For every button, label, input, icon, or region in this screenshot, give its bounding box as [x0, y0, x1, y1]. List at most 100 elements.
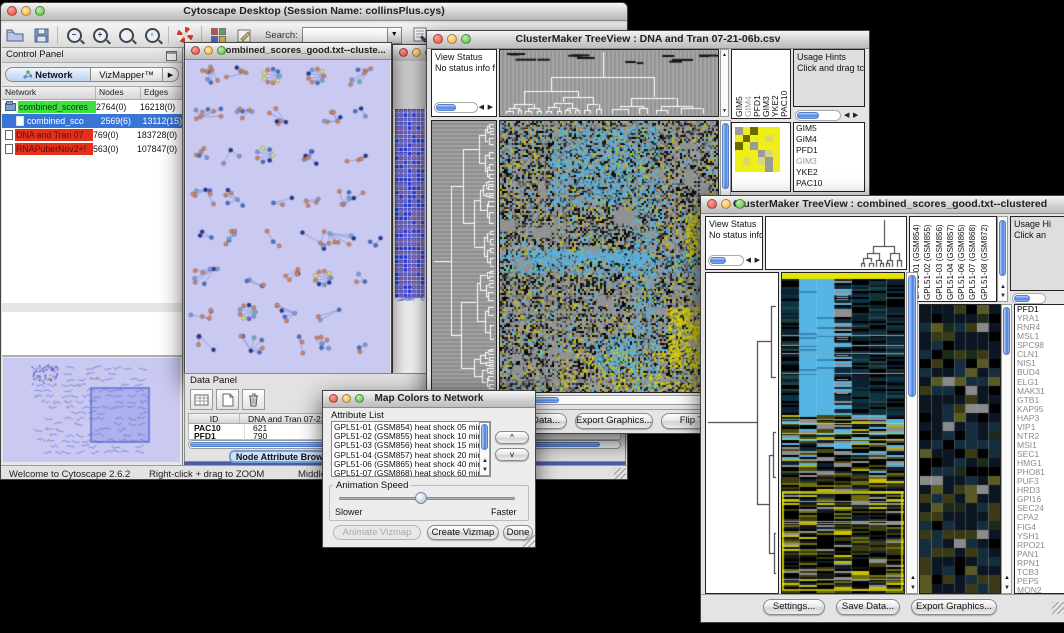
scroll-left-icon[interactable]: ◀: [844, 111, 849, 121]
tv1-column-label[interactable]: GIM3: [761, 52, 770, 117]
tv1-thin-scrollbar[interactable]: ▲ ▼: [720, 49, 729, 117]
tv1-row-label[interactable]: GIM5: [794, 123, 864, 134]
tv1-column-label[interactable]: PAC10: [779, 52, 788, 117]
tv1-row-label[interactable]: GIM3: [794, 156, 864, 167]
animate-vizmap-button[interactable]: Animate Vizmap: [333, 525, 421, 540]
network-list-row[interactable]: DNA and Tran 07769(0)183728(0): [2, 128, 182, 142]
tv1-global-heatmap[interactable]: [735, 127, 780, 172]
tv2-zoom-scroll-thumb[interactable]: [1003, 307, 1010, 355]
tv1-row-label[interactable]: PAC10: [794, 178, 864, 189]
attribute-list-item[interactable]: GPL51-03 (GSM856) heat shock 15 min: [334, 441, 488, 450]
animation-slider-track[interactable]: [339, 497, 515, 500]
col-edges[interactable]: Edges: [141, 87, 182, 99]
search-dropdown-button[interactable]: ▼: [388, 27, 402, 44]
minimize-icon[interactable]: [21, 6, 31, 16]
tv2-column-label[interactable]: GPL51-06 (GSM865): [957, 219, 968, 300]
resize-grip[interactable]: [1052, 602, 1064, 614]
attribute-scroll-thumb[interactable]: [481, 424, 488, 450]
tv2-settings-button[interactable]: Settings...: [763, 599, 825, 615]
tv1-export-graphics-button[interactable]: Export Graphics...: [575, 413, 653, 429]
animation-slider-thumb[interactable]: [415, 492, 427, 504]
tv2-heatmap[interactable]: [782, 273, 904, 593]
treeview2-titlebar[interactable]: ClusterMaker TreeView : combined_scores_…: [701, 196, 1064, 214]
zoom-icon[interactable]: [461, 34, 471, 44]
tv1-vscroll-thumb[interactable]: [722, 123, 729, 189]
zoom-fit-button[interactable]: [113, 25, 139, 46]
scroll-left-icon[interactable]: ◀: [746, 256, 751, 266]
minimize-icon[interactable]: [447, 34, 457, 44]
scroll-down-icon[interactable]: ▼: [1002, 583, 1012, 593]
minimize-icon[interactable]: [204, 46, 213, 55]
tv1-column-label[interactable]: GIM4: [743, 52, 752, 117]
network-canvas[interactable]: [186, 60, 390, 375]
save-session-button[interactable]: [28, 25, 54, 46]
tv2-vscroll-thumb[interactable]: [908, 275, 916, 397]
zoom-icon[interactable]: [35, 6, 45, 16]
scroll-down-icon[interactable]: ▼: [908, 583, 918, 593]
birds-eye-view[interactable]: [3, 358, 180, 462]
attribute-list[interactable]: GPL51-01 (GSM854) heat shock 05 minGPL51…: [331, 421, 491, 477]
zoom-in-button[interactable]: +: [87, 25, 113, 46]
close-icon[interactable]: [329, 394, 338, 403]
tv1-status-scrollbar[interactable]: [434, 102, 478, 113]
attribute-list-item[interactable]: GPL51-02 (GSM855) heat shock 10 min: [334, 432, 488, 441]
network-list-row[interactable]: RNAPuberNov2+!563(0)107847(0): [2, 142, 182, 156]
attribute-list-item[interactable]: GPL51-06 (GSM865) heat shock 40 min: [334, 460, 488, 469]
tv2-column-dendrogram[interactable]: [766, 217, 906, 269]
main-titlebar[interactable]: Cytoscape Desktop (Session Name: collins…: [1, 3, 627, 21]
data-col-id[interactable]: ID: [189, 414, 240, 423]
attribute-list-item[interactable]: GPL51-01 (GSM854) heat shock 05 min: [334, 423, 488, 432]
tv2-hints-scrollbar[interactable]: [1012, 293, 1046, 304]
scroll-up-icon[interactable]: ▲: [1002, 573, 1012, 583]
scroll-up-icon[interactable]: ▲: [722, 50, 727, 60]
tv2-gene-item[interactable]: MON2: [1017, 586, 1064, 594]
move-down-button[interactable]: v: [495, 448, 529, 461]
minimize-icon[interactable]: [342, 394, 351, 403]
tv1-row-dendrogram[interactable]: [432, 121, 496, 392]
network-list-row[interactable]: combined_sco2569(6)13112(15): [2, 114, 182, 128]
tv2-row-dendrogram[interactable]: [706, 273, 778, 593]
col-nodes[interactable]: Nodes: [96, 87, 141, 99]
tv2-export-graphics-button[interactable]: Export Graphics...: [911, 599, 997, 615]
tv2-column-label[interactable]: GPL51-07 (GSM868): [968, 219, 979, 300]
tv1-column-label[interactable]: GIM5: [734, 52, 743, 117]
tv1-column-label[interactable]: YKE2: [770, 52, 779, 117]
dialog-titlebar[interactable]: Map Colors to Network: [323, 391, 535, 408]
close-icon[interactable]: [433, 34, 443, 44]
new-attribute-button[interactable]: [216, 389, 239, 410]
col-network[interactable]: Network: [2, 87, 96, 99]
network2-titlebar[interactable]: [393, 45, 427, 62]
tv2-column-label[interactable]: GPL51-03 (GSM856): [935, 219, 946, 300]
zoom-icon[interactable]: [735, 199, 745, 209]
create-vizmap-button[interactable]: Create Vizmap: [427, 525, 499, 540]
close-icon[interactable]: [7, 6, 17, 16]
tv2-save-data-button[interactable]: Save Data...: [836, 599, 900, 615]
attribute-list-scrollbar[interactable]: ▲ ▼: [479, 422, 490, 476]
tv1-hints-scroll-thumb[interactable]: [797, 112, 819, 119]
tv1-row-label[interactable]: GIM4: [794, 134, 864, 145]
treeview1-titlebar[interactable]: ClusterMaker TreeView : DNA and Tran 07-…: [427, 31, 869, 49]
tab-overflow-button[interactable]: ▶: [163, 67, 179, 82]
tv2-column-label[interactable]: GPL51-04 (GSM857): [946, 219, 957, 300]
scroll-right-icon[interactable]: ▶: [488, 103, 493, 113]
zoom-selected-button[interactable]: ▫: [139, 25, 165, 46]
attribute-list-item[interactable]: GPL51-04 (GSM857) heat shock 20 min: [334, 451, 488, 460]
attribute-list-item[interactable]: GPL51-07 (GSM868) heat shock 60 min: [334, 469, 488, 477]
zoom-icon[interactable]: [355, 394, 364, 403]
select-attributes-button[interactable]: [190, 389, 213, 410]
move-up-button[interactable]: ^: [495, 431, 529, 444]
network-titlebar[interactable]: combined_scores_good.txt--cluste...: [185, 43, 391, 60]
tv1-column-dendrogram[interactable]: [500, 50, 718, 116]
tv1-heatmap[interactable]: [500, 121, 718, 392]
minimize-icon[interactable]: [412, 48, 421, 57]
zoom-out-button[interactable]: −: [61, 25, 87, 46]
tv2-hints-scroll-thumb[interactable]: [1014, 295, 1030, 302]
zoom-icon[interactable]: [217, 46, 226, 55]
tv2-labels-scrollbar[interactable]: ▲ ▼: [997, 216, 1008, 302]
minimize-icon[interactable]: [721, 199, 731, 209]
tv1-column-label[interactable]: PFD1: [752, 52, 761, 117]
delete-attribute-button[interactable]: [242, 389, 265, 410]
scroll-up-icon[interactable]: ▲: [908, 573, 918, 583]
open-session-button[interactable]: [2, 25, 28, 46]
network-list-row[interactable]: combined_scores2764(0)16218(0): [2, 100, 182, 114]
